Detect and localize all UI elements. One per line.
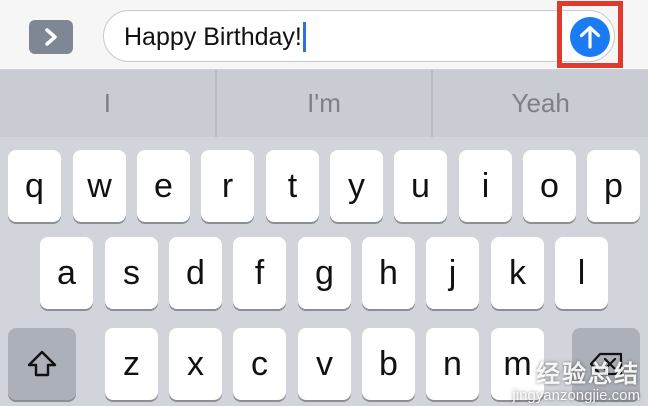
- key-k[interactable]: k: [491, 237, 544, 309]
- watermark-line2: jingyanzongjie.com: [512, 387, 640, 404]
- key-y[interactable]: y: [330, 150, 383, 222]
- key-c[interactable]: c: [233, 328, 286, 400]
- watermark: 经验总结 jingyanzongjie.com: [512, 362, 640, 404]
- key-g[interactable]: g: [298, 237, 351, 309]
- key-q[interactable]: q: [8, 150, 61, 222]
- key-n[interactable]: n: [426, 328, 479, 400]
- key-p[interactable]: p: [587, 150, 640, 222]
- key-w[interactable]: w: [73, 150, 126, 222]
- text-caret: [302, 22, 306, 52]
- key-x[interactable]: x: [169, 328, 222, 400]
- send-button[interactable]: [570, 17, 610, 57]
- key-v[interactable]: v: [298, 328, 351, 400]
- chevron-right-icon: [45, 28, 57, 46]
- key-l[interactable]: l: [555, 237, 608, 309]
- shift-key[interactable]: [8, 328, 76, 400]
- key-b[interactable]: b: [362, 328, 415, 400]
- key-o[interactable]: o: [523, 150, 576, 222]
- key-s[interactable]: s: [105, 237, 158, 309]
- key-h[interactable]: h: [362, 237, 415, 309]
- suggestion-2[interactable]: I'm: [214, 70, 432, 137]
- shift-icon: [27, 350, 57, 377]
- message-input-field[interactable]: Happy Birthday!: [103, 10, 615, 62]
- key-t[interactable]: t: [266, 150, 319, 222]
- watermark-line1: 经验总结: [536, 361, 640, 388]
- key-r[interactable]: r: [201, 150, 254, 222]
- arrow-up-icon: [579, 25, 601, 49]
- message-input-bar: Happy Birthday!: [0, 0, 648, 70]
- message-input-text: Happy Birthday!: [124, 23, 302, 51]
- key-u[interactable]: u: [394, 150, 447, 222]
- key-i[interactable]: i: [459, 150, 512, 222]
- key-e[interactable]: e: [137, 150, 190, 222]
- suggestion-3[interactable]: Yeah: [431, 70, 648, 137]
- expand-apps-button[interactable]: [29, 20, 73, 54]
- key-a[interactable]: a: [40, 237, 93, 309]
- predictive-text-bar: I I'm Yeah: [0, 70, 648, 137]
- key-d[interactable]: d: [169, 237, 222, 309]
- key-z[interactable]: z: [105, 328, 158, 400]
- key-f[interactable]: f: [233, 237, 286, 309]
- key-j[interactable]: j: [426, 237, 479, 309]
- suggestion-1[interactable]: I: [0, 70, 215, 137]
